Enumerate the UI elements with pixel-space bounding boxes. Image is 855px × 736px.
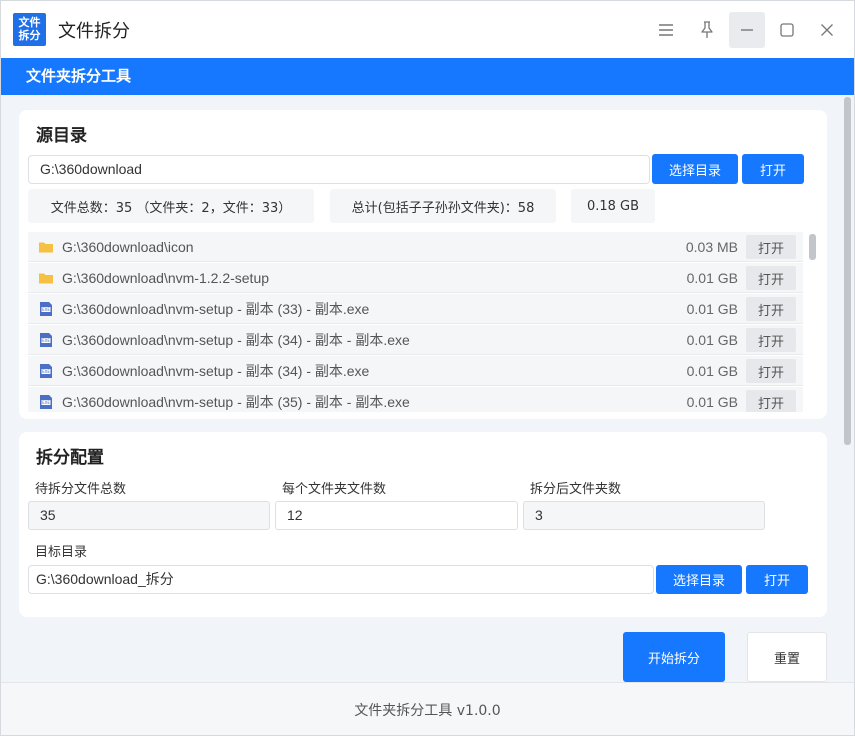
footer: 文件夹拆分工具 v1.0.0 [1, 682, 854, 735]
file-size: 0.01 GB [686, 363, 738, 379]
app-logo-line1: 文件 [18, 16, 41, 29]
result-folders-field: 3 [523, 501, 765, 530]
folder-icon [38, 239, 54, 255]
source-path-input[interactable]: G:\360download [28, 155, 650, 184]
file-size: 0.01 GB [686, 301, 738, 317]
file-row[interactable]: EXE G:\360download\nvm-setup - 副本 (34) - … [28, 356, 803, 386]
config-section-title: 拆分配置 [36, 448, 104, 468]
file-path: G:\360download\nvm-setup - 副本 (34) - 副本.… [62, 363, 370, 379]
app-window: 文件 拆分 文件拆分 文件夹拆分工具 源目录 G:\360download 选择… [0, 0, 855, 736]
menu-icon [659, 24, 673, 36]
exe-file-icon: EXE [38, 363, 54, 379]
maximize-icon [780, 23, 794, 37]
file-open-button[interactable]: 打开 [746, 235, 796, 259]
start-split-button[interactable]: 开始拆分 [623, 632, 725, 682]
pin-icon [701, 21, 713, 38]
file-open-button[interactable]: 打开 [746, 390, 796, 412]
minimize-button[interactable] [729, 12, 765, 48]
main-scrollbar-thumb[interactable] [844, 97, 851, 445]
file-row[interactable]: EXE G:\360download\nvm-setup - 副本 (35) - … [28, 387, 803, 412]
target-path-input[interactable]: G:\360download_拆分 [28, 565, 654, 594]
folder-icon [38, 270, 54, 286]
footer-version-text: 文件夹拆分工具 v1.0.0 [354, 702, 501, 719]
pin-button[interactable] [689, 12, 725, 48]
source-select-button[interactable]: 选择目录 [652, 154, 738, 184]
target-open-button[interactable]: 打开 [746, 565, 808, 594]
file-open-button[interactable]: 打开 [746, 297, 796, 321]
minimize-icon [741, 29, 753, 31]
menu-button[interactable] [648, 12, 684, 48]
file-row[interactable]: EXE G:\360download\nvm-setup - 副本 (33) - … [28, 294, 803, 324]
file-row[interactable]: G:\360download\nvm-1.2.2-setup 0.01 GB 打开 [28, 263, 803, 293]
exe-file-icon: EXE [38, 332, 54, 348]
file-open-button[interactable]: 打开 [746, 328, 796, 352]
file-path: G:\360download\nvm-1.2.2-setup [62, 270, 270, 286]
title-bar[interactable]: 文件 拆分 文件拆分 [1, 1, 854, 58]
file-row[interactable]: G:\360download\icon 0.03 MB 打开 [28, 232, 803, 262]
file-list[interactable]: G:\360download\icon 0.03 MB 打开 G:\360downlo… [28, 232, 818, 412]
total-files-field: 35 [28, 501, 270, 530]
result-folders-label: 拆分后文件夹数 [530, 482, 622, 497]
file-size: 0.03 MB [685, 239, 738, 255]
file-size: 0.01 GB [686, 394, 738, 410]
svg-text:EXE: EXE [42, 400, 50, 405]
header-bar: 文件夹拆分工具 [1, 58, 854, 95]
exe-file-icon: EXE [38, 301, 54, 317]
file-path: G:\360download\nvm-setup - 副本 (35) - 副本 … [62, 394, 410, 410]
file-open-button[interactable]: 打开 [746, 359, 796, 383]
target-dir-label: 目标目录 [35, 545, 88, 560]
file-size: 0.01 GB [686, 270, 738, 286]
stat-total-size: 0.18 GB [571, 189, 655, 223]
file-row[interactable]: EXE G:\360download\nvm-setup - 副本 (34) - … [28, 325, 803, 355]
file-list-scrollbar-thumb[interactable] [809, 234, 816, 260]
file-path: G:\360download\nvm-setup - 副本 (33) - 副本.… [62, 301, 370, 317]
total-files-label: 待拆分文件总数 [35, 482, 127, 497]
file-path: G:\360download\nvm-setup - 副本 (34) - 副本 … [62, 332, 410, 348]
exe-file-icon: EXE [38, 394, 54, 410]
file-open-button[interactable]: 打开 [746, 266, 796, 290]
svg-text:EXE: EXE [42, 338, 50, 343]
close-button[interactable] [809, 12, 845, 48]
svg-text:EXE: EXE [42, 369, 50, 374]
source-open-button[interactable]: 打开 [742, 154, 804, 184]
per-folder-label: 每个文件夹文件数 [282, 482, 387, 497]
source-section-title: 源目录 [36, 126, 87, 146]
app-logo: 文件 拆分 [13, 13, 46, 46]
maximize-button[interactable] [769, 12, 805, 48]
stat-recursive-total: 总计(包括子子孙孙文件夹)：58 [330, 189, 556, 223]
app-logo-line2: 拆分 [18, 29, 41, 42]
file-size: 0.01 GB [686, 332, 738, 348]
target-select-button[interactable]: 选择目录 [656, 565, 742, 594]
file-path: G:\360download\icon [62, 239, 194, 255]
per-folder-input[interactable]: 12 [275, 501, 518, 530]
close-icon [821, 24, 833, 36]
stat-total-files: 文件总数：35 （文件夹：2，文件：33） [28, 189, 314, 223]
app-title: 文件拆分 [58, 21, 130, 42]
reset-button[interactable]: 重置 [747, 632, 827, 682]
svg-text:EXE: EXE [42, 307, 50, 312]
